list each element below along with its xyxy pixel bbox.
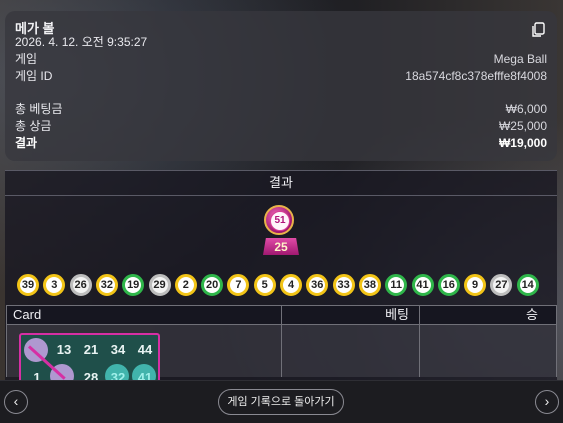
footer-bar: ‹ 게임 기록으로 돌아가기 › [0,380,563,423]
total-bet-label: 총 베팅금 [15,102,63,116]
previous-button[interactable]: ‹ [4,390,28,414]
drawn-ball: 33 [332,274,355,296]
drawn-ball: 38 [358,274,381,296]
drawn-ball: 20 [201,274,224,296]
drawn-ball: 4 [280,274,302,296]
game-id-value: 18a574cf8c378efffe8f4008 [405,69,547,83]
result-label: 결과 [15,136,38,150]
total-bet-value: ₩6,000 [505,102,547,116]
drawn-ball: 16 [437,274,460,296]
game-id-label: 게임 ID [15,69,53,83]
col-card: Card [6,305,282,325]
megaball-multiplier: 25 [263,238,299,255]
total-bet-row: 총 베팅금 ₩6,000 [15,102,547,116]
drawn-ball: 2 [174,274,197,296]
card-number: 13 [56,342,72,357]
col-win: 승 [419,305,557,325]
total-win-row: 총 상금 ₩25,000 [15,119,547,133]
drawn-ball: 5 [253,274,276,296]
drawn-ball: 14 [516,274,539,296]
result-value: ₩19,000 [498,136,547,150]
back-to-history-button[interactable]: 게임 기록으로 돌아가기 [218,389,344,415]
game-value: Mega Ball [493,52,547,66]
next-button[interactable]: › [535,390,559,414]
card-number: 21 [83,342,99,357]
card-number: 44 [137,342,153,357]
col-bet: 베팅 [281,305,420,325]
game-id-row: 게임 ID 18a574cf8c378efffe8f4008 [15,69,547,83]
megaball: 51 [264,205,294,235]
drawn-ball: 32 [95,274,118,296]
datetime: 2026. 4. 12. 오전 9:35:27 [15,35,148,49]
total-win-value: ₩25,000 [498,119,547,133]
drawn-ball: 41 [411,274,434,296]
datetime-row: 2026. 4. 12. 오전 9:35:27 [15,35,547,49]
chevron-right-icon: › [544,393,550,409]
total-win-label: 총 상금 [15,119,52,133]
round-summary-card: 메가 볼 2026. 4. 12. 오전 9:35:27 게임 Mega Bal… [5,11,557,161]
game-label: 게임 [15,52,38,66]
game-row: 게임 Mega Ball [15,52,547,66]
megaball-number: 51 [270,211,290,231]
card-number: 34 [110,342,126,357]
results-heading: 결과 [5,170,557,196]
drawn-ball: 26 [69,274,92,296]
drawn-ball: 9 [464,274,487,296]
bet-cell [281,325,420,377]
drawn-ball: 29 [148,274,171,296]
win-cell [419,325,557,377]
result-row: 결과 ₩19,000 [15,136,547,150]
drawn-ball: 39 [17,274,39,296]
chevron-left-icon: ‹ [13,393,19,409]
